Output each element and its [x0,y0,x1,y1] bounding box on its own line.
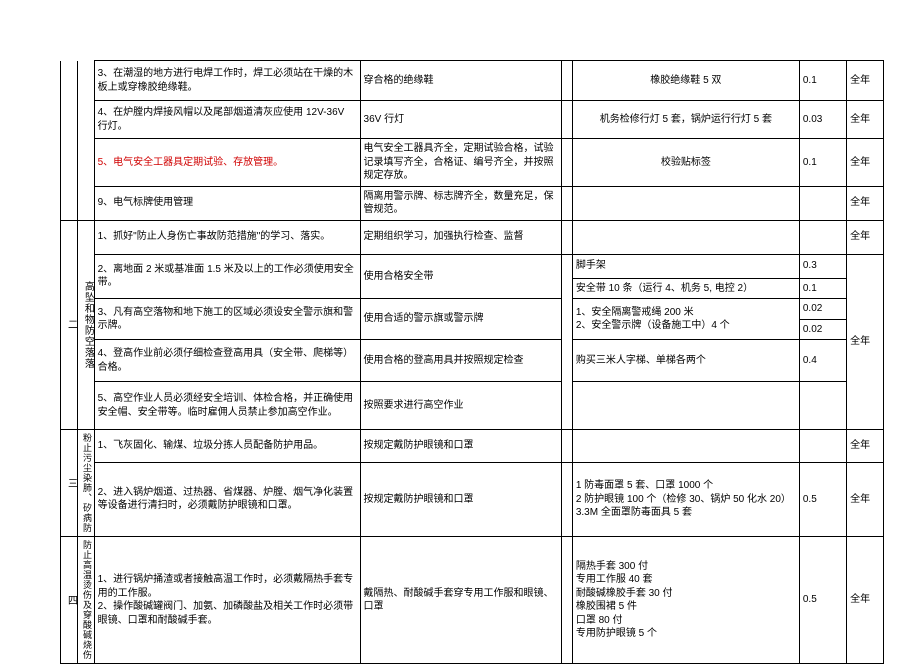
amount-cell: 0.02 [799,299,846,320]
section-index-2: 二 [61,220,78,430]
item-cell: 1、飞灰固化、输煤、垃圾分拣人员配备防护用品。 [94,430,360,463]
standard-cell: 穿合格的绝缘鞋 [360,61,562,101]
material-cell: 安全带 10 条（运行 4、机务 5, 电控 2） [572,278,799,299]
item-cell: 3、凡有高空落物和地下施工的区域必须设安全警示旗和警示牌。 [94,299,360,340]
item-cell: 4、在炉膛内焊接风帽以及尾部烟道清灰应使用 12V-36V 行灯。 [94,101,360,139]
mid-cell [562,101,573,139]
standard-cell: 电气安全工器具齐全，定期试验合格，试验记录填写齐全，合格证、编号齐全，并按照规定… [360,139,562,187]
period-cell: 全年 [847,254,884,430]
mid-cell [562,462,573,536]
mid-cell [562,220,573,254]
item-cell: 1、进行锅炉捅渣或者接触高温工作时，必须戴隔热手套专用的工作服。 2、操作酸碱罐… [94,537,360,664]
material-cell: 橡胶绝缘鞋 5 双 [572,61,799,101]
standard-cell: 按照要求进行高空作业 [360,382,562,430]
period-cell: 全年 [847,220,884,254]
standard-cell: 使用合格安全带 [360,254,562,299]
amount-cell: 0.02 [799,319,846,340]
mid-cell [562,430,573,463]
amount-cell [799,430,846,463]
mid-cell [562,537,573,664]
item-cell: 1、抓好"防止人身伤亡事故防范措施"的学习、落实。 [94,220,360,254]
standard-cell: 使用合格的登高用具并按照规定检查 [360,340,562,382]
standard-cell: 按规定戴防护眼镜和口罩 [360,462,562,536]
section-category-4: 防止高温烫伤及穿酸碱烧伤 [77,537,94,664]
standard-cell: 戴隔热、耐酸碱手套穿专用工作服和眼镜、口罩 [360,537,562,664]
period-cell: 全年 [847,61,884,101]
material-cell: 1 防毒面罩 5 套、口罩 1000 个 2 防护眼镜 100 个（检修 30、… [572,462,799,536]
item-cell-highlight: 5、电气安全工器具定期试验、存放管理。 [94,139,360,187]
material-cell [572,220,799,254]
item-cell: 4、登高作业前必须仔细检查登高用具（安全带、爬梯等）合格。 [94,340,360,382]
amount-cell: 0.5 [799,537,846,664]
mid-cell [562,186,573,220]
item-cell: 3、在潮湿的地方进行电焊工作时，焊工必须站在干燥的木板上或穿橡胶绝缘鞋。 [94,61,360,101]
item-cell: 2、进入锅炉烟道、过热器、省煤器、炉膛、烟气净化装置等设备进行清扫时，必须戴防护… [94,462,360,536]
standard-cell: 按规定戴防护眼镜和口罩 [360,430,562,463]
material-cell: 脚手架 [572,254,799,278]
mid-cell [562,254,573,430]
standard-cell: 使用合适的警示旗或警示牌 [360,299,562,340]
item-cell: 5、高空作业人员必须经安全培训、体检合格，并正确使用安全帽、安全带等。临时雇佣人… [94,382,360,430]
index-cell-cont [61,61,78,221]
amount-cell: 0.03 [799,101,846,139]
material-cell [572,430,799,463]
material-cell: 1、安全隔离警戒绳 200 米 2、安全警示牌（设备施工中）4 个 [572,299,799,340]
section-index-4: 四 [61,537,78,664]
material-cell: 购买三米人字梯、单梯各两个 [572,340,799,382]
material-cell: 隔热手套 300 付 专用工作服 40 套 耐酸碱橡胶手套 30 付 橡胶围裙 … [572,537,799,664]
amount-cell: 0.5 [799,462,846,536]
section-index-3: 三 [61,430,78,537]
material-cell [572,186,799,220]
period-cell: 全年 [847,430,884,463]
period-cell: 全年 [847,537,884,664]
safety-measures-table: 3、在潮湿的地方进行电焊工作时，焊工必须站在干燥的木板上或穿橡胶绝缘鞋。 穿合格… [60,60,884,664]
amount-cell: 0.1 [799,278,846,299]
amount-cell: 0.4 [799,340,846,382]
period-cell: 全年 [847,101,884,139]
section-category-3: 粉止污尘染肺、矽病防 [77,430,94,537]
period-cell: 全年 [847,462,884,536]
amount-cell [799,382,846,430]
material-cell: 机务检修行灯 5 套，锅炉运行行灯 5 套 [572,101,799,139]
item-cell: 9、电气标牌使用管理 [94,186,360,220]
amount-cell [799,220,846,254]
period-cell: 全年 [847,186,884,220]
amount-cell: 0.1 [799,61,846,101]
item-cell: 2、离地面 2 米或基准面 1.5 米及以上的工作必须使用安全带。 [94,254,360,299]
period-cell: 全年 [847,139,884,187]
amount-cell: 0.1 [799,139,846,187]
standard-cell: 36V 行灯 [360,101,562,139]
material-cell [572,382,799,430]
standard-cell: 隔离用警示牌、标志牌齐全，数量充足，保管规范。 [360,186,562,220]
amount-cell: 0.3 [799,254,846,278]
amount-cell [799,186,846,220]
section-category-2: 高坠和物防空落落 [77,220,94,430]
mid-cell [562,139,573,187]
material-cell: 校验贴标签 [572,139,799,187]
mid-cell [562,61,573,101]
category-cell-cont [77,61,94,221]
standard-cell: 定期组织学习，加强执行检查、监督 [360,220,562,254]
